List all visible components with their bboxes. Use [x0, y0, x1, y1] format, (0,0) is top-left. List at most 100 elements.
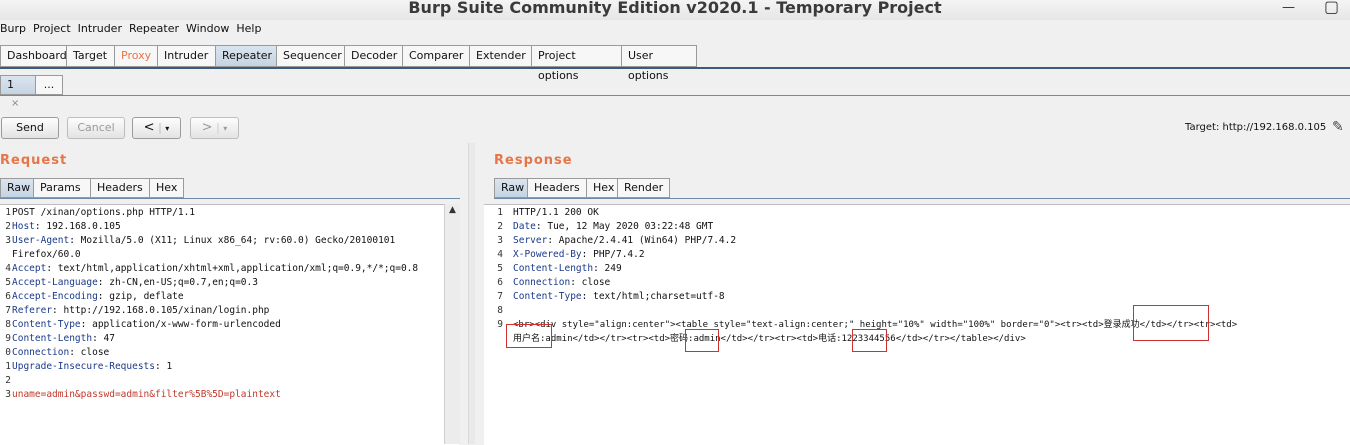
line-number: 1 [5, 207, 11, 218]
repeater-tab-1[interactable]: 1 × [0, 75, 36, 109]
menu-project[interactable]: Project [33, 22, 71, 35]
tab-target[interactable]: Target [66, 45, 115, 67]
request-tab-headers[interactable]: Headers [90, 178, 150, 198]
repeater-tab-label: 1 [7, 78, 14, 91]
send-button[interactable]: Send [1, 117, 59, 139]
line-number: 0 [5, 347, 11, 358]
tab-repeater[interactable]: Repeater [215, 45, 277, 67]
line-number: 7 [497, 291, 503, 302]
request-tab-hex[interactable]: Hex [149, 178, 184, 198]
tab-proxy[interactable]: Proxy [114, 45, 158, 67]
pane-splitter[interactable] [468, 143, 475, 444]
header-value: Apache/2.4.41 (Win64) PHP/7.4.2 [558, 235, 737, 246]
header-name: Host [12, 221, 35, 232]
tab-extender[interactable]: Extender [469, 45, 532, 67]
request-tab-raw[interactable]: Raw [0, 178, 34, 198]
tab-project-options[interactable]: Project options [531, 45, 622, 82]
header-value: 192.168.0.105 [46, 221, 121, 232]
header-name: Connection [12, 347, 70, 358]
status-line: HTTP/1.1 200 OK [513, 207, 599, 218]
header-name: Referer [12, 305, 53, 316]
pencil-icon[interactable]: ✎ [1332, 119, 1344, 135]
response-view-tabs: Raw Headers Hex Render [494, 178, 670, 198]
response-tab-headers[interactable]: Headers [527, 178, 587, 198]
header-name: Upgrade-Insecure-Requests [12, 361, 155, 372]
tab-user-options[interactable]: User options [621, 45, 697, 82]
line-number: 2 [497, 221, 503, 232]
header-name: Accept [12, 263, 47, 274]
header-value: zh-CN,en-US;q=0.7,en;q=0.3 [109, 277, 258, 288]
back-button[interactable]: < | ▾ [132, 117, 181, 139]
repeater-tab-bar: 1 × ... [0, 75, 63, 109]
header-value: 1 [166, 361, 173, 372]
header-name: Connection [513, 277, 571, 288]
response-tab-raw[interactable]: Raw [494, 178, 528, 198]
target-label: Target: http://192.168.0.105 [1185, 122, 1327, 133]
line-number: 4 [5, 263, 11, 274]
tab-sequencer[interactable]: Sequencer [276, 45, 345, 67]
header-value: 249 [604, 263, 622, 274]
line-number: 3 [497, 235, 503, 246]
line-number: 7 [5, 305, 11, 316]
header-name: X-Powered-By [513, 249, 582, 260]
scroll-up-icon[interactable]: ▲ [445, 204, 460, 216]
header-name: Content-Type [513, 291, 582, 302]
window-title: Burp Suite Community Edition v2020.1 - T… [408, 0, 942, 17]
response-tab-hex[interactable]: Hex [586, 178, 618, 198]
menu-repeater[interactable]: Repeater [129, 22, 179, 35]
header-name: Accept-Language [12, 277, 98, 288]
line-number: 2 [5, 221, 11, 232]
repeater-tab-new[interactable]: ... [35, 75, 63, 95]
line-number: 8 [5, 319, 11, 330]
header-name: Server [513, 235, 548, 246]
html-body-line: 用户名:admin</td></tr><tr><td>密码:admin</td>… [513, 334, 1026, 344]
menu-window[interactable]: Window [186, 22, 229, 35]
tab-comparer[interactable]: Comparer [402, 45, 470, 67]
header-value: Firefox/60.0 [12, 249, 81, 260]
annotation-box-username [506, 324, 552, 348]
line-number: 8 [497, 305, 503, 316]
maximize-icon[interactable]: ▢ [1324, 0, 1339, 16]
response-tab-separator [494, 198, 1350, 199]
menu-help[interactable]: Help [236, 22, 261, 35]
header-value: close [80, 347, 110, 358]
request-tab-separator [0, 198, 460, 199]
request-line: POST /xinan/options.php HTTP/1.1 [12, 207, 196, 218]
menu-intruder[interactable]: Intruder [78, 22, 122, 35]
line-number: 1 [5, 361, 11, 372]
menu-bar: Burp Project Intruder Repeater Window Help [0, 22, 268, 40]
line-number: 3 [5, 235, 11, 246]
line-number: 6 [5, 291, 11, 302]
header-name: Date [513, 221, 536, 232]
response-tab-render[interactable]: Render [617, 178, 670, 198]
header-value: PHP/7.4.2 [593, 249, 645, 260]
line-number: 4 [497, 249, 503, 260]
close-icon[interactable]: × [11, 98, 19, 109]
forward-button[interactable]: > | ▾ [190, 117, 239, 139]
annotation-box-password [685, 329, 719, 352]
tab-intruder[interactable]: Intruder [157, 45, 216, 67]
annotation-box-login-success [1133, 305, 1209, 341]
line-number: 1 [497, 207, 503, 218]
chevron-down-icon: ▾ [223, 124, 228, 133]
tab-dashboard[interactable]: Dashboard [0, 45, 67, 67]
header-value: gzip, deflate [109, 291, 184, 302]
tab-decoder[interactable]: Decoder [344, 45, 403, 67]
request-scrollbar[interactable]: ▲ [444, 204, 460, 444]
header-name: User-Agent [12, 235, 70, 246]
menu-burp[interactable]: Burp [0, 22, 26, 35]
line-number: 5 [5, 277, 11, 288]
response-editor[interactable]: 1 HTTP/1.1 200 OK 2 Date: Tue, 12 May 2020… [484, 204, 1350, 445]
chevron-left-icon: < [143, 120, 155, 135]
cancel-button[interactable]: Cancel [67, 117, 125, 139]
header-value: Tue, 12 May 2020 03:22:48 GMT [547, 221, 714, 232]
main-tab-bar: Dashboard Target Proxy Intruder Repeater Sequ… [0, 45, 697, 82]
minimize-icon[interactable]: — [1282, 0, 1295, 15]
request-title: Request [0, 153, 68, 168]
request-tab-params[interactable]: Params [33, 178, 91, 198]
line-number: 6 [497, 277, 503, 288]
header-name: Content-Length [12, 333, 93, 344]
request-editor[interactable]: 1 POST /xinan/options.php HTTP/1.1 2 Host:… [0, 204, 459, 445]
line-number: 9 [497, 319, 503, 330]
header-name: Accept-Encoding [12, 291, 98, 302]
